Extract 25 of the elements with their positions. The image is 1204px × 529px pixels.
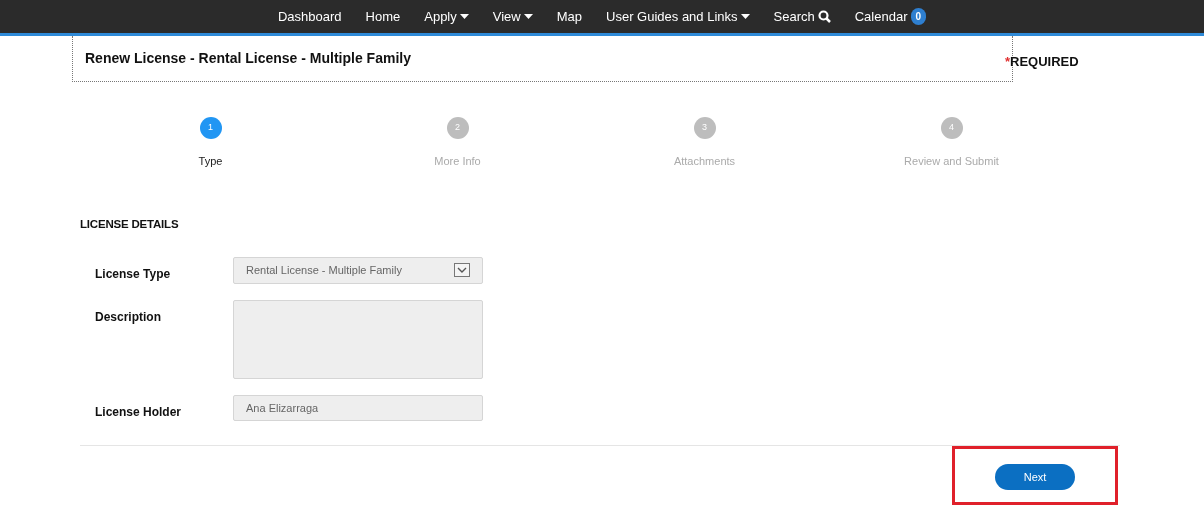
search-icon bbox=[817, 10, 831, 23]
caret-icon bbox=[459, 13, 469, 20]
nav-link[interactable]: Calendar bbox=[854, 6, 908, 27]
next-button[interactable]: Next bbox=[995, 464, 1075, 490]
nav-link[interactable]: View bbox=[492, 6, 521, 27]
field-label: License Holder bbox=[95, 403, 183, 421]
required-note: *REQUIRED bbox=[1005, 53, 1079, 71]
field-label: Description bbox=[95, 308, 162, 326]
caret-icon bbox=[523, 13, 533, 20]
page-title: Renew License - Rental License - Multiple Family bbox=[85, 49, 411, 68]
nav-link[interactable]: Search bbox=[773, 6, 815, 27]
count-badge: 0 bbox=[910, 8, 927, 25]
step-label: Type bbox=[197, 154, 224, 169]
step-label: Attachments bbox=[672, 154, 737, 169]
nav-link[interactable]: Dashboard bbox=[277, 6, 342, 27]
step-label: More Info bbox=[433, 154, 482, 169]
nav-link[interactable]: Home bbox=[365, 6, 401, 27]
dropdown-icon bbox=[454, 263, 470, 278]
caret-icon bbox=[740, 13, 750, 20]
nav-link[interactable]: Map bbox=[556, 6, 582, 27]
step-label: Review and Submit bbox=[903, 154, 1000, 169]
nav-link[interactable]: Apply bbox=[424, 6, 457, 27]
field-label: License Type bbox=[95, 265, 172, 283]
nav-link[interactable]: User Guides and Links bbox=[606, 6, 738, 27]
section-title: LICENSE DETAILS bbox=[80, 216, 180, 232]
